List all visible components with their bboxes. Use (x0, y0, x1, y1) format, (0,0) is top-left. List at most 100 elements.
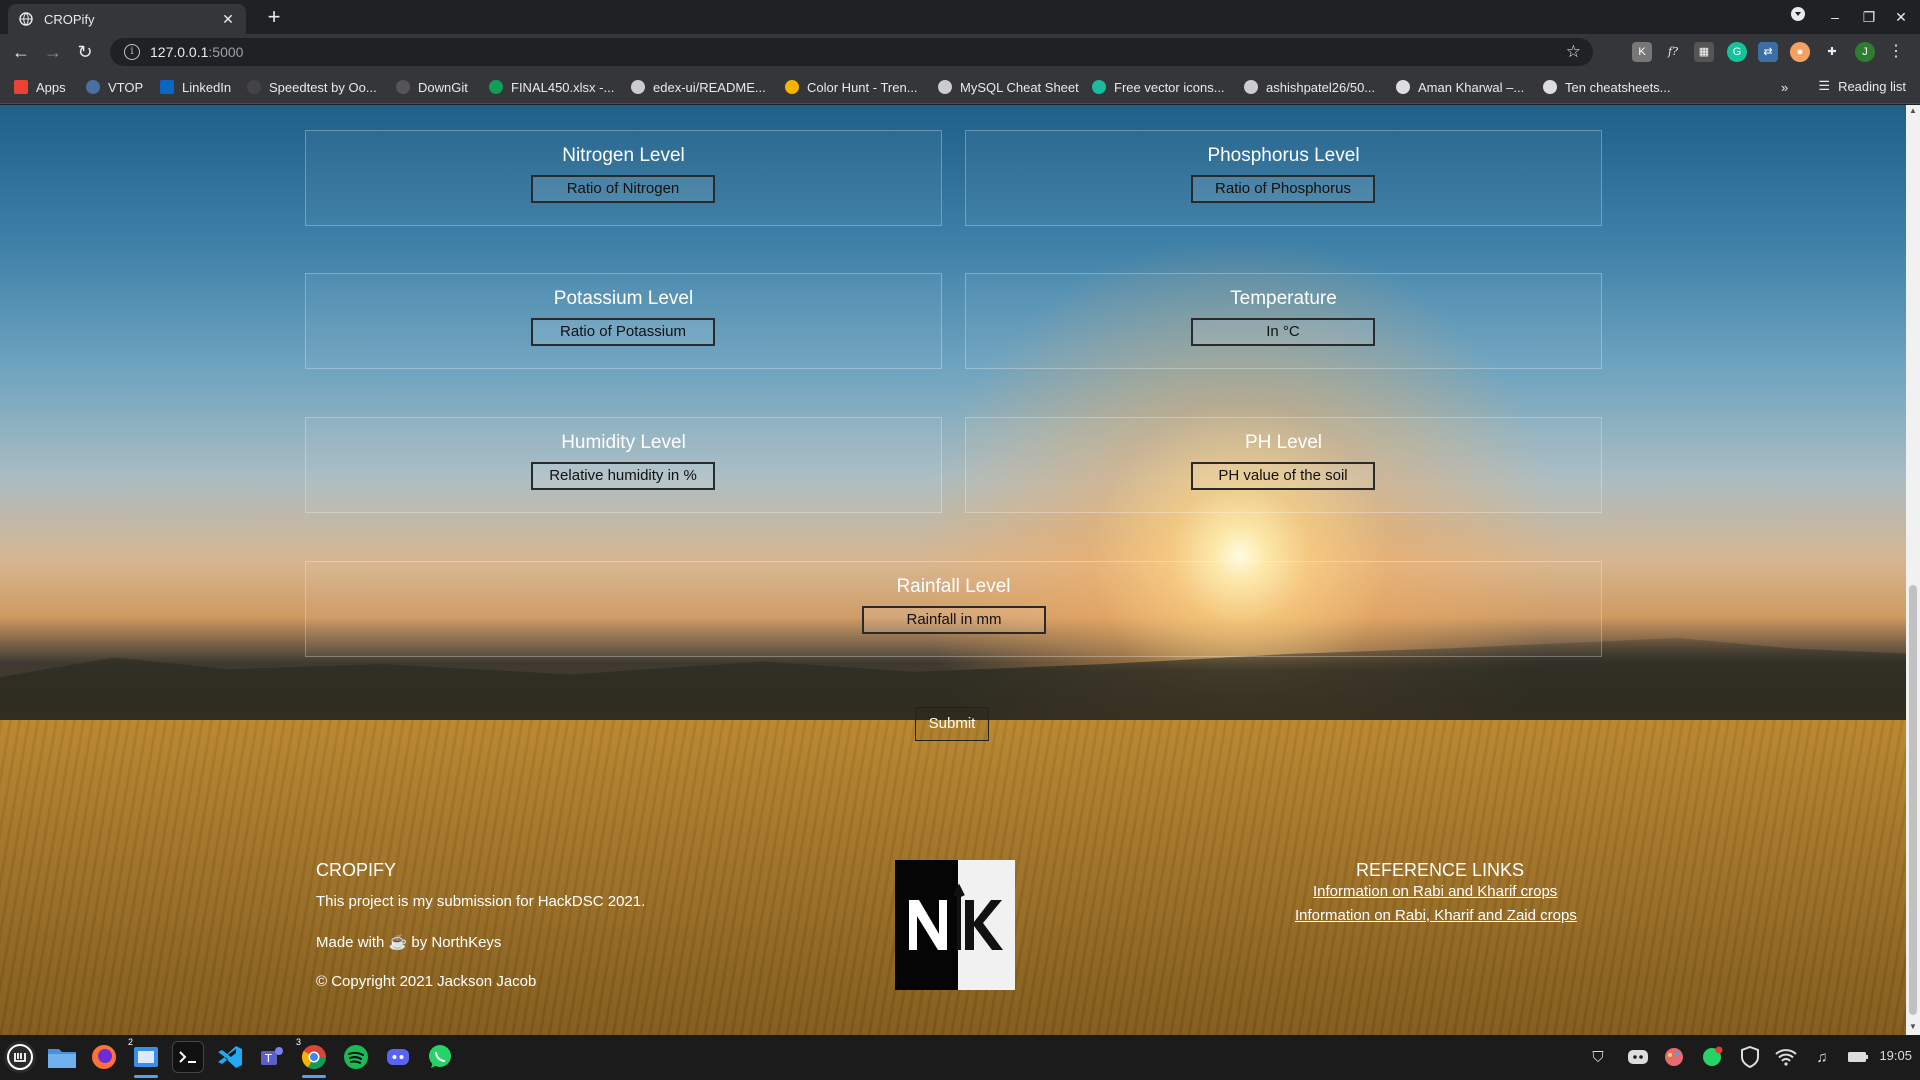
temperature-card: Temperature In °C (965, 273, 1602, 369)
bookmark-speedtest[interactable]: Speedtest by Oo... (247, 78, 377, 96)
address-bar[interactable]: i 127.0.0.1:5000 ☆ (110, 38, 1593, 66)
reading-list-label: Reading list (1838, 78, 1906, 94)
bookmark-free-vector[interactable]: Free vector icons... (1092, 78, 1225, 96)
footer-title: CROPIFY (316, 860, 397, 880)
files-icon[interactable] (46, 1041, 78, 1073)
extension-orange-icon[interactable]: ● (1790, 42, 1810, 62)
reading-list-icon: ☰ (1818, 78, 1831, 93)
potassium-input[interactable]: Ratio of Potassium (531, 318, 715, 346)
bookmark-linkedin[interactable]: LinkedIn (160, 78, 231, 96)
minimize-icon[interactable]: – (1822, 6, 1848, 28)
rabi-kharif-zaid-link[interactable]: Information on Rabi, Kharif and Zaid cro… (1295, 907, 1577, 924)
reference-links-title: REFERENCE LINKS (1356, 860, 1525, 880)
reading-list-button[interactable]: ☰ Reading list (1818, 78, 1906, 94)
footer-description: This project is my submission for HackDS… (316, 893, 646, 910)
nitrogen-input[interactable]: Ratio of Nitrogen (531, 175, 715, 203)
rainfall-card: Rainfall Level Rainfall in mm (305, 561, 1602, 657)
reload-icon[interactable]: ↻ (72, 40, 98, 64)
bookmark-star-icon[interactable]: ☆ (1566, 42, 1581, 62)
extensions-puzzle-icon[interactable]: ✚ (1822, 42, 1842, 62)
scroll-up-arrow-icon[interactable]: ▲ (1909, 107, 1917, 115)
vscode-icon[interactable] (214, 1041, 246, 1073)
bookmark-label: Apps (36, 79, 66, 95)
rabi-kharif-link[interactable]: Information on Rabi and Kharif crops (1313, 883, 1557, 900)
grammarly-icon[interactable]: G (1727, 42, 1747, 62)
battery-icon[interactable] (1846, 1045, 1870, 1069)
start-menu-icon[interactable] (4, 1041, 36, 1073)
bookmark-vtop[interactable]: VTOP (86, 78, 143, 96)
back-icon[interactable]: ← (8, 40, 34, 64)
ph-input[interactable]: PH value of the soil (1191, 462, 1375, 490)
bookmark-label: FINAL450.xlsx -... (511, 79, 615, 95)
footer-made-with: Made with ☕ by NorthKeys (316, 934, 502, 951)
tray-security-icon[interactable] (1738, 1045, 1762, 1069)
whatsapp-icon[interactable] (424, 1041, 456, 1073)
clock[interactable]: 19:05 (1879, 1048, 1912, 1063)
close-window-icon[interactable]: ✕ (1888, 6, 1914, 28)
bookmark-downgit[interactable]: DownGit (396, 78, 468, 96)
browser-menu-icon[interactable]: ⋮ (1886, 42, 1906, 62)
firefox-icon[interactable] (88, 1041, 120, 1073)
extension-grid-icon[interactable]: ▦ (1694, 42, 1714, 62)
temperature-input[interactable]: In °C (1191, 318, 1375, 346)
bookmark-ashishpatel[interactable]: ashishpatel26/50... (1244, 78, 1375, 96)
temperature-label: Temperature (1230, 288, 1337, 309)
profile-avatar[interactable]: J (1855, 42, 1875, 62)
extension-k-icon[interactable]: K (1632, 42, 1652, 62)
bookmark-mysql[interactable]: MySQL Cheat Sheet (938, 78, 1079, 96)
close-tab-icon[interactable]: ✕ (220, 11, 236, 27)
forward-icon[interactable]: → (40, 40, 66, 64)
bookmark-apps[interactable]: Apps (14, 78, 66, 96)
bookmark-label: Ten cheatsheets... (1565, 79, 1671, 95)
teams-icon[interactable]: T (256, 1041, 288, 1073)
tab-title: CROPify (44, 11, 95, 27)
phosphorus-input[interactable]: Ratio of Phosphorus (1191, 175, 1375, 203)
os-taskbar: 2 T 3 ⛉ ♫ 19:05 (0, 1035, 1920, 1080)
scrollbar-thumb[interactable] (1909, 585, 1917, 1015)
terminal-icon[interactable] (172, 1041, 204, 1073)
chrome-icon[interactable]: 3 (296, 1037, 330, 1073)
extension-translate-icon[interactable]: ⇄ (1758, 42, 1778, 62)
file-manager-icon[interactable]: 2 (128, 1037, 162, 1073)
submit-button[interactable]: Submit (915, 707, 989, 741)
tray-shield-icon[interactable]: ⛉ (1586, 1045, 1610, 1069)
spotify-icon[interactable] (340, 1041, 372, 1073)
bookmark-cheatsheets[interactable]: Ten cheatsheets... (1543, 78, 1671, 96)
music-icon[interactable]: ♫ (1810, 1045, 1834, 1069)
page-viewport: Nitrogen Level Ratio of Nitrogen Phospho… (0, 105, 1906, 1035)
site-info-icon[interactable]: i (124, 44, 140, 60)
potassium-card: Potassium Level Ratio of Potassium (305, 273, 942, 369)
active-indicator (302, 1075, 326, 1078)
bookmark-label: Speedtest by Oo... (269, 79, 377, 95)
browser-tab-strip: CROPify ✕ + – ❐ ✕ (0, 0, 1920, 34)
page-scrollbar[interactable]: ▲ ▼ (1906, 105, 1920, 1035)
tray-paint-icon[interactable] (1662, 1045, 1686, 1069)
scroll-down-arrow-icon[interactable]: ▼ (1909, 1023, 1917, 1031)
bookmark-label: VTOP (108, 79, 144, 95)
logo-letters (909, 883, 1003, 950)
bookmark-color-hunt[interactable]: Color Hunt - Tren... (785, 78, 918, 96)
wifi-icon[interactable] (1774, 1045, 1798, 1069)
tray-discord-icon[interactable] (1626, 1045, 1650, 1069)
rainfall-label: Rainfall Level (896, 576, 1011, 597)
svg-text:T: T (264, 1052, 272, 1065)
rainfall-input[interactable]: Rainfall in mm (862, 606, 1046, 634)
discord-icon[interactable] (382, 1041, 414, 1073)
ph-card: PH Level PH value of the soil (965, 417, 1602, 513)
color-hunt-icon (785, 80, 799, 94)
globe-icon (1396, 80, 1410, 94)
humidity-input[interactable]: Relative humidity in % (531, 462, 715, 490)
extension-formula-icon[interactable]: f? (1663, 42, 1683, 62)
profile-menu-icon[interactable] (1785, 6, 1811, 28)
google-drive-icon (489, 80, 503, 94)
browser-tab[interactable]: CROPify ✕ (8, 4, 246, 34)
bookmarks-overflow-button[interactable]: » (1781, 78, 1788, 96)
bookmark-label: Free vector icons... (1114, 79, 1225, 95)
bookmark-edex-ui[interactable]: edex-ui/README... (631, 78, 766, 96)
github-icon (631, 80, 645, 94)
bookmark-final450[interactable]: FINAL450.xlsx -... (489, 78, 614, 96)
new-tab-button[interactable]: + (262, 6, 286, 30)
tray-whatsapp-icon[interactable] (1700, 1045, 1724, 1069)
restore-icon[interactable]: ❐ (1856, 6, 1882, 28)
bookmark-aman-kharwal[interactable]: Aman Kharwal –... (1396, 78, 1524, 96)
